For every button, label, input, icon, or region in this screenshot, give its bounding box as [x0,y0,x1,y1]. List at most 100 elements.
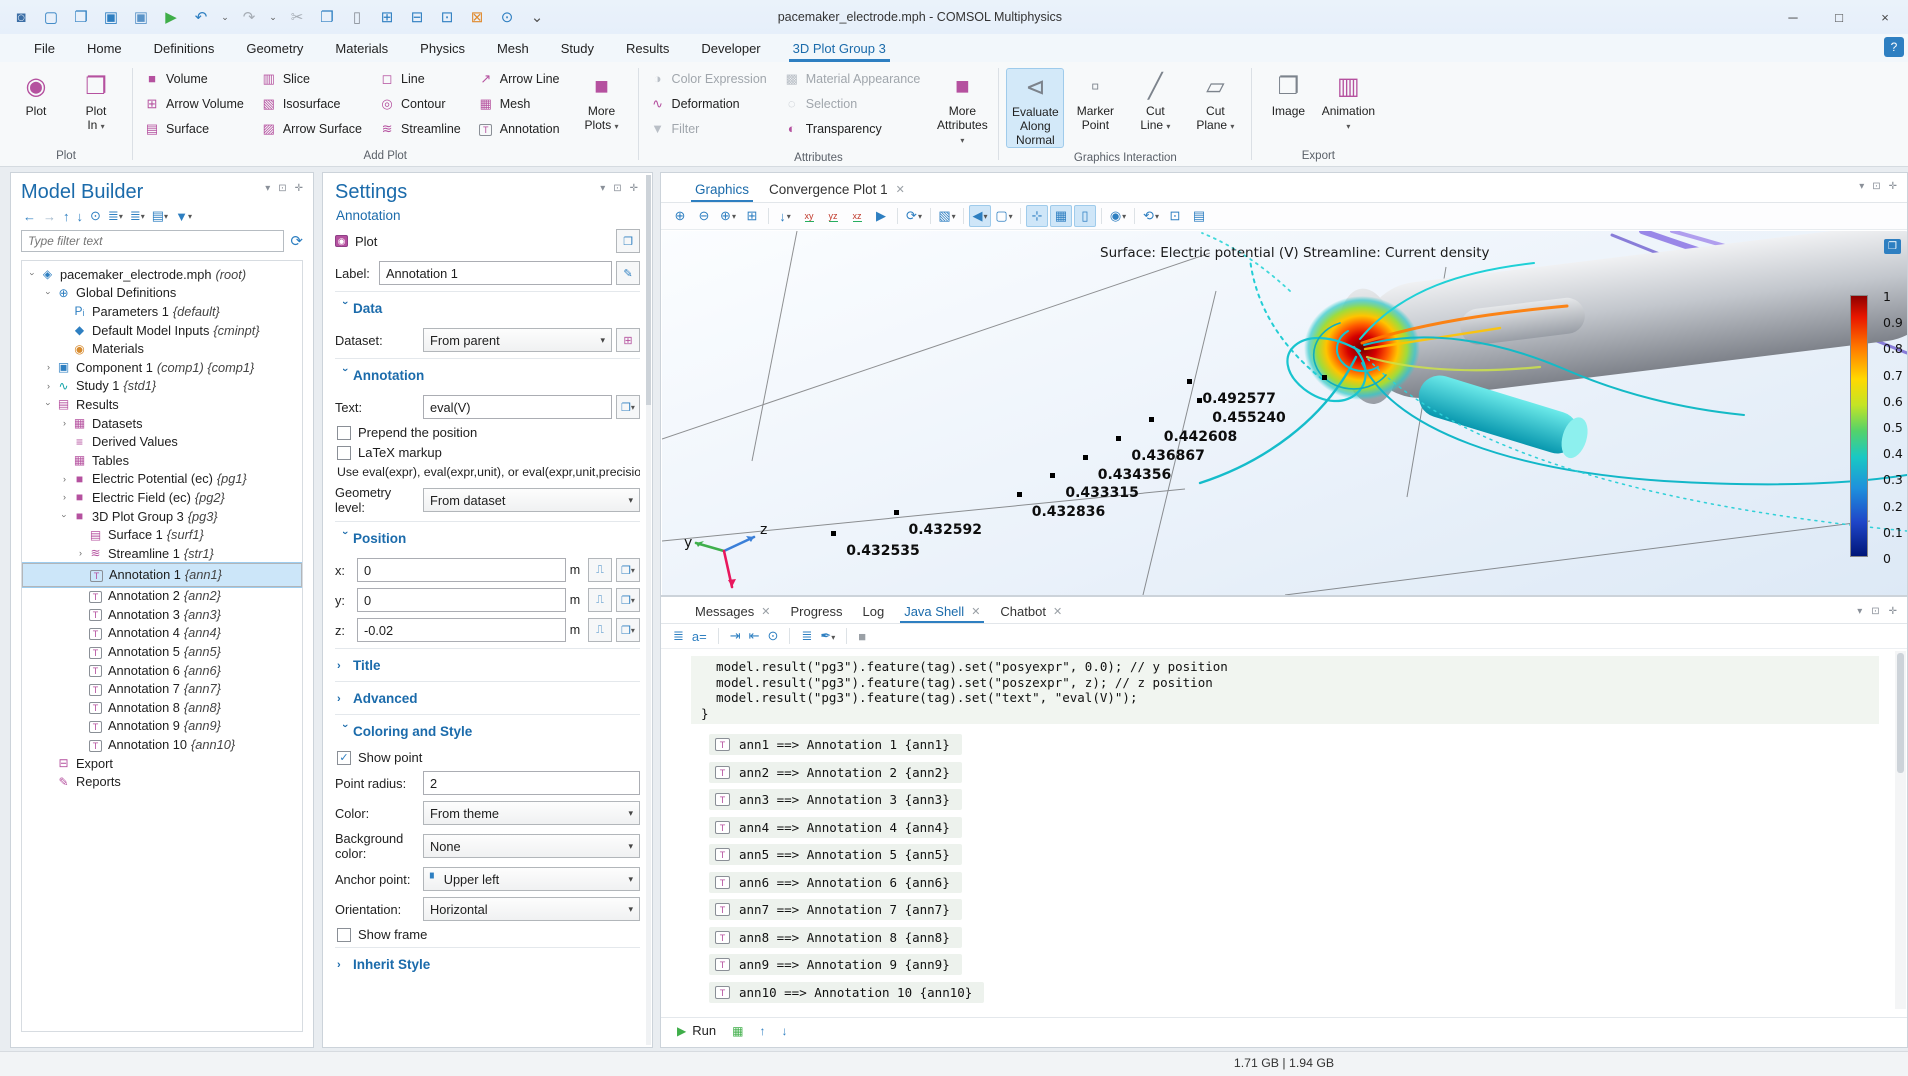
collapse-icon[interactable]: ≣▾ [130,208,145,224]
detach-window-icon[interactable]: ❐ [1884,239,1901,254]
view-xy-icon[interactable]: xy [798,205,820,227]
menu-tab-physics[interactable]: Physics [408,37,477,60]
run-button[interactable]: ▶ Run [677,1023,716,1038]
close-icon[interactable]: ✕ [1053,605,1062,618]
panel-pin-icon[interactable]: ✛ [1889,606,1897,617]
maximize-button[interactable]: □ [1816,0,1862,34]
label-field-input[interactable]: Annotation 1 [379,261,612,285]
tree-item-annotation-9-ann9[interactable]: TAnnotation 9{ann9} [22,717,302,736]
rotate-icon[interactable]: ⟳▾ [903,205,925,227]
panel-float-icon[interactable]: ⊡ [1872,181,1880,192]
assign-icon[interactable]: a= [692,629,707,644]
show-colorbar-toggle[interactable]: ▯ [1074,205,1096,227]
rename-button[interactable]: ✎ [616,261,640,285]
latex-markup-checkbox[interactable] [337,446,351,460]
clear-shell-icon[interactable]: ✒▾ [820,628,835,644]
position-z-range-button[interactable]: ⎍ [588,618,612,642]
paste-icon[interactable]: ▯ [344,5,370,29]
plot-button[interactable]: Plot [355,234,377,249]
position-z-input[interactable]: -0.02 [357,618,566,642]
duplicate-icon[interactable]: ⊞ [374,5,400,29]
expand-chevron-icon[interactable]: › [58,492,71,502]
show-point-checkbox[interactable]: ✓ [337,751,351,765]
cut-icon[interactable]: ✂ [284,5,310,29]
wrap-lines-icon[interactable]: ≣ [801,628,812,644]
deselect-box-icon[interactable]: ⊠ [464,5,490,29]
tree-item-results[interactable]: ›▤Results [22,395,302,414]
position-section-header[interactable]: ›Position [335,524,640,552]
tree-item-streamline-1-str1[interactable]: ›≋Streamline 1{str1} [22,544,302,563]
zoom-extents-icon[interactable]: ⊞ [741,205,763,227]
redo-icon-caret[interactable]: ⌄ [266,5,280,29]
panel-float-icon[interactable]: ⊡ [613,183,621,194]
tree-item-derived-values[interactable]: ≡Derived Values [22,432,302,451]
print-icon[interactable]: ▤ [1188,205,1210,227]
tree-item-annotation-6-ann6[interactable]: TAnnotation 6{ann6} [22,661,302,680]
help-icon[interactable]: ? [1884,37,1904,57]
tree-item-annotation-1-ann1[interactable]: TAnnotation 1{ann1} [22,563,302,587]
editor-icon[interactable]: ▦ [732,1024,743,1038]
zoom-in-icon[interactable]: ⊕ [669,205,691,227]
run-icon[interactable]: ▶ [158,5,184,29]
tab-graphics[interactable]: Graphics [685,177,759,202]
ribbon-item-arrow-volume[interactable]: ⊞Arrow Volume [139,91,252,116]
menu-tab-results[interactable]: Results [614,37,681,60]
tree-item-materials[interactable]: ◉Materials [22,339,302,358]
tree-item-pacemaker-electrode-mph-root[interactable]: ›◈pacemaker_electrode.mph(root) [22,265,302,284]
delete-icon[interactable]: ⊟ [404,5,430,29]
tab-convergence-plot-1[interactable]: Convergence Plot 1✕ [759,177,915,202]
animation-button[interactable]: ▥Animation ▾ [1319,68,1377,146]
title-section-header[interactable]: ›Title [335,651,640,679]
menu-tab-developer[interactable]: Developer [689,37,772,60]
point-radius-input[interactable]: 2 [423,771,640,795]
more-attributes-button[interactable]: ■MoreAttributes ▾ [933,68,991,148]
scene-mode-icon[interactable]: ▧▾ [936,205,958,227]
tree-item-tables[interactable]: ▦Tables [22,451,302,470]
update-plot-icon[interactable]: ⟲▾ [1140,205,1162,227]
orientation-select[interactable]: Horizontal▾ [423,897,640,921]
text-expression-button[interactable]: ❐▾ [616,395,640,419]
ribbon-item-volume[interactable]: ■Volume [139,66,252,91]
ribbon-item-line[interactable]: ◻Line [374,66,469,91]
show-icon[interactable]: ⊙ [90,208,101,224]
view-solid-icon[interactable]: ▢▾ [993,205,1015,227]
collapse-chevron-icon[interactable]: › [60,510,70,523]
marker-point-button[interactable]: ▫MarkerPoint [1066,68,1124,146]
panel-menu-icon[interactable]: ▾ [265,183,270,194]
ribbon-item-annotation[interactable]: TAnnotation [473,116,568,141]
data-section-header[interactable]: ›Data [335,294,640,322]
ribbon-item-isosurface[interactable]: ▧Isosurface [256,91,370,116]
forward-icon[interactable]: → [43,209,56,224]
expand-chevron-icon[interactable]: › [58,474,71,484]
cut-line-button[interactable]: ╱CutLine ▾ [1126,68,1184,146]
model-tree-nodes-icon[interactable]: ▤▾ [152,208,168,224]
tree-item-3d-plot-group-3-pg3[interactable]: ›■3D Plot Group 3{pg3} [22,507,302,526]
tree-item-annotation-7-ann7[interactable]: TAnnotation 7{ann7} [22,679,302,698]
tree-item-annotation-8-ann8[interactable]: TAnnotation 8{ann8} [22,698,302,717]
tab-java-shell[interactable]: Java Shell✕ [894,600,990,623]
tree-item-study-1-std1[interactable]: ›∿Study 1{std1} [22,377,302,396]
menu-tab-home[interactable]: Home [75,37,134,60]
panel-menu-icon[interactable]: ▾ [1859,181,1864,192]
prepend-position-checkbox[interactable] [337,426,351,440]
inherit-style-section-header[interactable]: ›Inherit Style [335,950,640,978]
panel-float-icon[interactable]: ⊡ [1871,606,1879,617]
find-icon[interactable]: ⊙ [494,5,520,29]
ribbon-item-surface[interactable]: ▤Surface [139,116,252,141]
collapse-chevron-icon[interactable]: › [28,268,38,281]
redo-icon[interactable]: ↷ [236,5,262,29]
position-y-input[interactable]: 0 [357,588,566,612]
expand-chevron-icon[interactable]: › [58,418,71,428]
ribbon-item-contour[interactable]: ◎Contour [374,91,469,116]
plot-area[interactable]: y z x Surface: Electric potential (V) St… [662,231,1907,595]
collapse-chevron-icon[interactable]: › [44,286,54,299]
show-axes-toggle[interactable]: ⊹ [1026,205,1048,227]
copy-icon[interactable]: ❐ [314,5,340,29]
show-frame-checkbox[interactable] [337,928,351,942]
position-y-range-button[interactable]: ⎍ [588,588,612,612]
undo-icon-caret[interactable]: ⌄ [218,5,232,29]
color-theme-icon[interactable]: ◉▾ [1107,205,1129,227]
annotation-section-header[interactable]: ›Annotation [335,361,640,389]
open-file-icon[interactable]: ❐ [68,5,94,29]
dataset-table-button[interactable]: ⊞ [616,328,640,352]
